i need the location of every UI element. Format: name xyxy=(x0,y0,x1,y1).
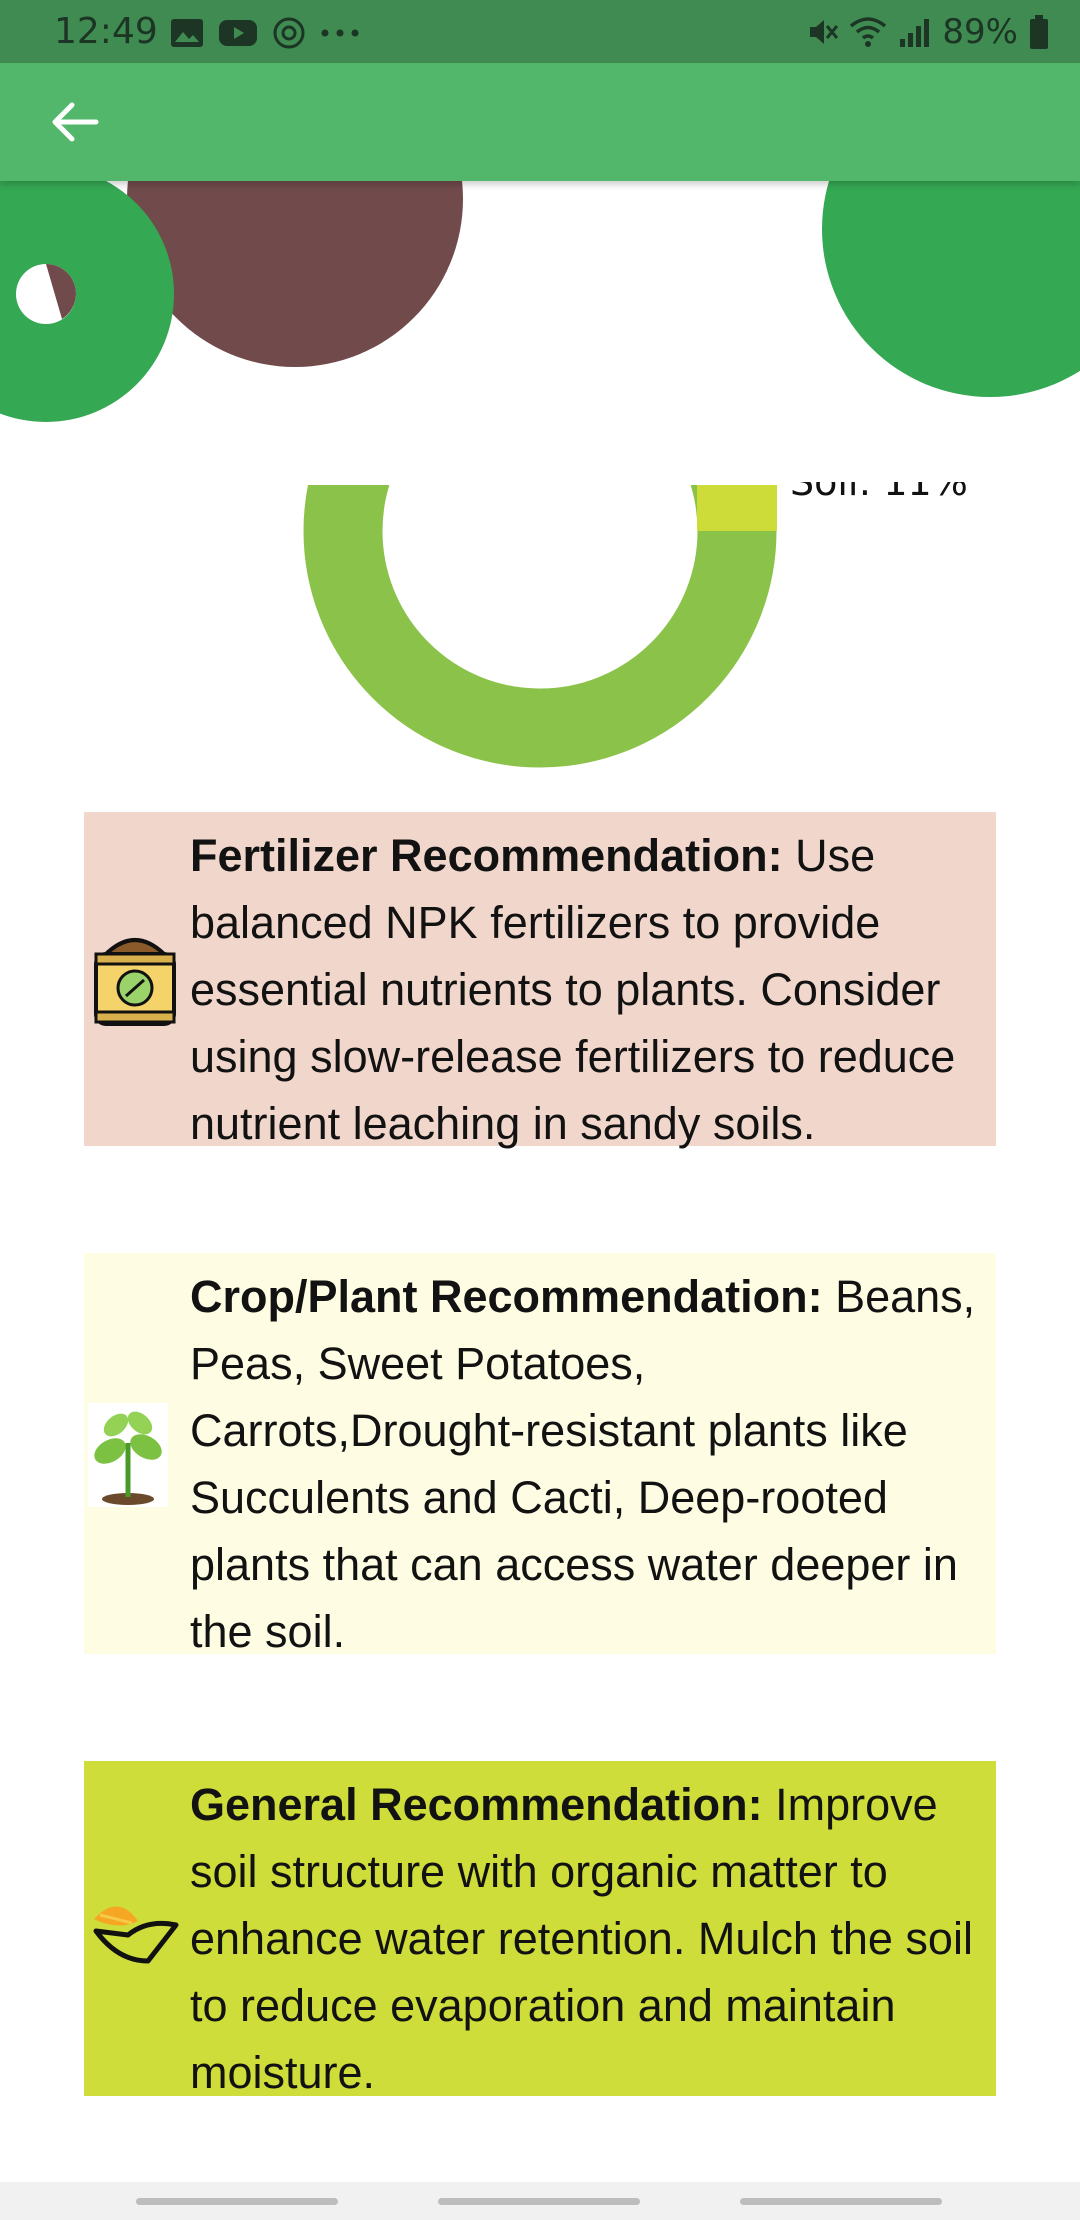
nav-recents-handle[interactable] xyxy=(136,2198,338,2205)
fertilizer-recommendation-card: Fertilizer Recommendation: Use balanced … xyxy=(84,812,996,1149)
fertilizer-bag-icon xyxy=(88,924,182,1052)
arrow-left-icon xyxy=(52,102,99,142)
donut-svg xyxy=(303,485,777,768)
nav-home-handle[interactable] xyxy=(438,2198,640,2205)
battery-icon xyxy=(1030,15,1048,49)
target-icon xyxy=(273,17,305,49)
general-title: General Recommendation: xyxy=(190,1779,763,1830)
donut-ring xyxy=(303,485,777,768)
green-circle-right xyxy=(822,181,1080,397)
status-icons-right: 89% xyxy=(804,12,1050,52)
general-recommendation-card: General Recommendation: Improve soil str… xyxy=(84,1761,996,2098)
gallery-icon xyxy=(171,19,203,47)
seedling-icon xyxy=(88,1403,168,1525)
mute-icon xyxy=(810,20,839,44)
nav-back-handle[interactable] xyxy=(740,2198,942,2205)
crop-recommendation-card: Crop/Plant Recommendation: Beans, Peas, … xyxy=(84,1253,996,1657)
app-bar xyxy=(0,63,1080,181)
more-icon xyxy=(321,29,359,37)
chart-circles xyxy=(0,181,1080,422)
youtube-icon xyxy=(219,20,257,46)
crop-text: Beans, Peas, Sweet Potatoes, Carrots,Dro… xyxy=(190,1271,976,1657)
battery-percentage: 89% xyxy=(942,12,1018,52)
chart-decoration-top xyxy=(0,181,1080,481)
navigation-bar xyxy=(0,2182,1080,2220)
crop-title: Crop/Plant Recommendation: xyxy=(190,1271,823,1322)
fertilizer-title: Fertilizer Recommendation: xyxy=(190,830,783,881)
donut-chart xyxy=(0,485,1080,785)
back-button[interactable] xyxy=(40,91,110,153)
wifi-icon xyxy=(850,17,887,47)
donut-segment-accent xyxy=(697,485,777,531)
status-icons-left xyxy=(170,16,360,50)
mortar-leaf-icon xyxy=(88,1891,182,1989)
brown-circle xyxy=(127,181,463,367)
signal-icon xyxy=(900,19,930,47)
status-bar: 12:49 89% xyxy=(0,0,1080,63)
status-time: 12:49 xyxy=(54,11,158,52)
